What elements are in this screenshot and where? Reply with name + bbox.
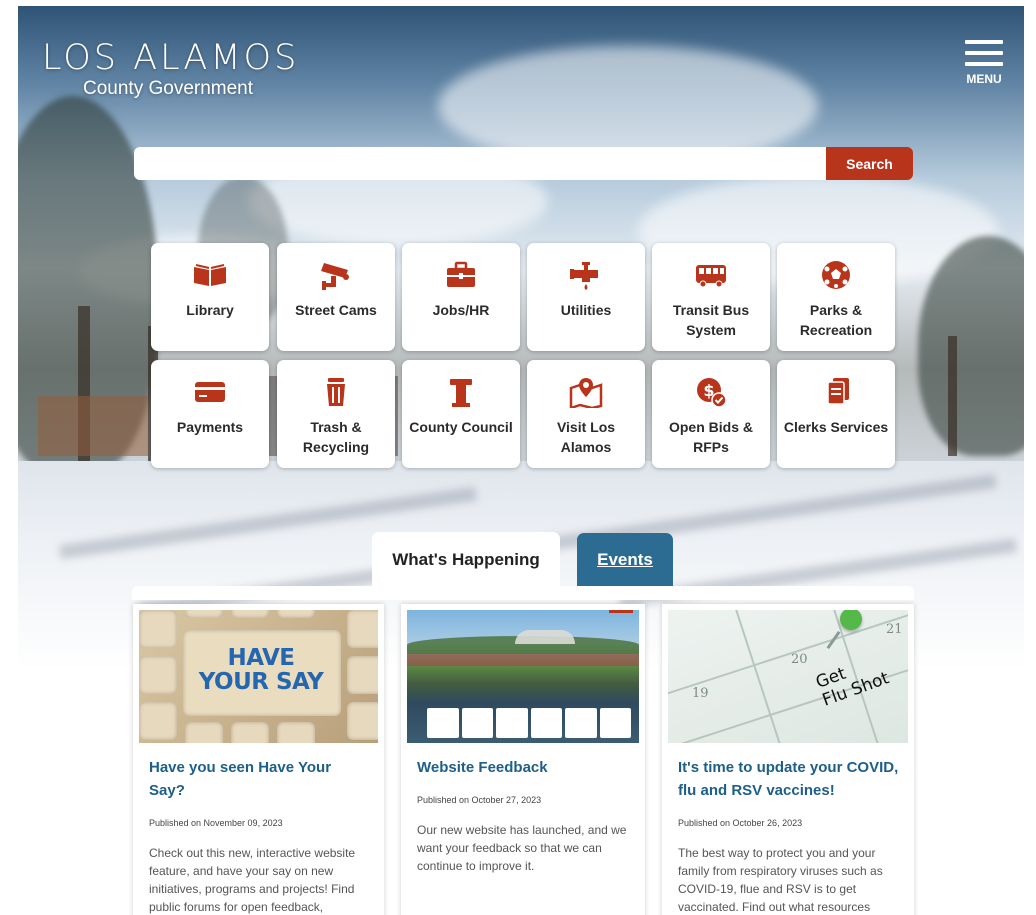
calendar-day: 19: [692, 686, 709, 701]
news-card[interactable]: Website Feedback Published on October 27…: [401, 604, 645, 915]
tab-whats-happening[interactable]: What's Happening: [372, 532, 560, 587]
calendar-day: 20: [791, 652, 808, 667]
quick-link-label: Parks & Recreation: [799, 302, 873, 338]
quick-link-library[interactable]: Library: [151, 243, 269, 351]
site-logo-title[interactable]: LOS ALAMOS: [42, 38, 299, 78]
quick-link-transit-bus[interactable]: Transit Bus System: [652, 243, 770, 351]
search-input[interactable]: [134, 147, 826, 180]
podium-icon: [443, 376, 479, 408]
news-body: Our new website has launched, and we wan…: [417, 823, 627, 873]
quick-link-label: Visit Los Alamos: [556, 419, 616, 455]
flu-shot-image: 21 20 19 Get Flu Shot: [668, 610, 908, 743]
website-feedback-image: [407, 610, 639, 743]
quick-link-label: Clerks Services: [783, 419, 889, 435]
menu-button[interactable]: MENU: [963, 40, 1005, 90]
hamburger-icon: [965, 40, 1003, 44]
have-your-say-image: HAVE YOUR SAY: [139, 610, 378, 743]
quick-link-trash-recycling[interactable]: Trash & Recycling: [277, 360, 395, 468]
hamburger-icon-bar: [965, 62, 1003, 66]
quick-link-parks-recreation[interactable]: Parks & Recreation: [777, 243, 895, 351]
quick-link-label: Transit Bus System: [672, 302, 750, 338]
news-title[interactable]: It's time to update your COVID, flu and …: [678, 756, 900, 802]
search-button[interactable]: Search: [826, 147, 913, 180]
quick-link-street-cams[interactable]: Street Cams: [277, 243, 395, 351]
quick-link-open-bids[interactable]: $ Open Bids & RFPs: [652, 360, 770, 468]
quick-link-visit-los-alamos[interactable]: Visit Los Alamos: [527, 360, 645, 468]
hamburger-icon-bar: [965, 51, 1003, 55]
news-body: Check out this new, interactive website …: [149, 846, 356, 914]
quick-link-label: Trash & Recycling: [302, 419, 370, 455]
map-pin-icon: [568, 376, 604, 410]
news-card[interactable]: 21 20 19 Get Flu Shot It's time to updat…: [662, 604, 914, 915]
soccer-ball-icon: [818, 259, 854, 291]
quick-link-utilities[interactable]: Utilities: [527, 243, 645, 351]
bid-dollar-icon: $: [693, 376, 729, 408]
documents-icon: [818, 376, 854, 408]
quick-link-label: Payments: [176, 419, 244, 435]
quick-link-clerks-services[interactable]: Clerks Services: [777, 360, 895, 468]
tab-events[interactable]: Events: [577, 533, 673, 587]
news-panel: [132, 586, 914, 600]
site-logo-subtitle[interactable]: County Government: [83, 78, 253, 100]
calendar-day: 21: [886, 622, 903, 637]
briefcase-icon: [443, 259, 479, 291]
news-card[interactable]: HAVE YOUR SAY Have you seen Have Your Sa…: [133, 604, 384, 915]
push-pin-icon: [840, 610, 862, 630]
news-date: Published on November 09, 2023: [149, 818, 283, 828]
security-camera-icon: [318, 259, 354, 291]
water-faucet-icon: [568, 259, 604, 291]
quick-link-label: Library: [186, 302, 234, 318]
book-icon: [192, 259, 228, 291]
have-your-say-image-text: HAVE YOUR SAY: [198, 645, 324, 695]
news-title[interactable]: Have you seen Have Your Say?: [149, 756, 370, 802]
trash-can-icon: [318, 376, 354, 408]
quick-link-label: Utilities: [560, 302, 612, 318]
credit-card-icon: [192, 376, 228, 408]
quick-link-label: Jobs/HR: [432, 302, 490, 318]
quick-link-label: Street Cams: [295, 302, 377, 318]
quick-link-jobs-hr[interactable]: Jobs/HR: [402, 243, 520, 351]
quick-link-payments[interactable]: Payments: [151, 360, 269, 468]
quick-link-label: County Council: [409, 419, 513, 435]
news-date: Published on October 26, 2023: [678, 818, 803, 828]
bus-icon: [693, 259, 729, 291]
news-title[interactable]: Website Feedback: [417, 756, 631, 779]
menu-label: MENU: [966, 72, 1002, 86]
news-body: The best way to protect you and your fam…: [678, 846, 883, 914]
news-date: Published on October 27, 2023: [417, 795, 542, 805]
quick-link-county-council[interactable]: County Council: [402, 360, 520, 468]
quick-link-label: Open Bids & RFPs: [668, 419, 753, 455]
